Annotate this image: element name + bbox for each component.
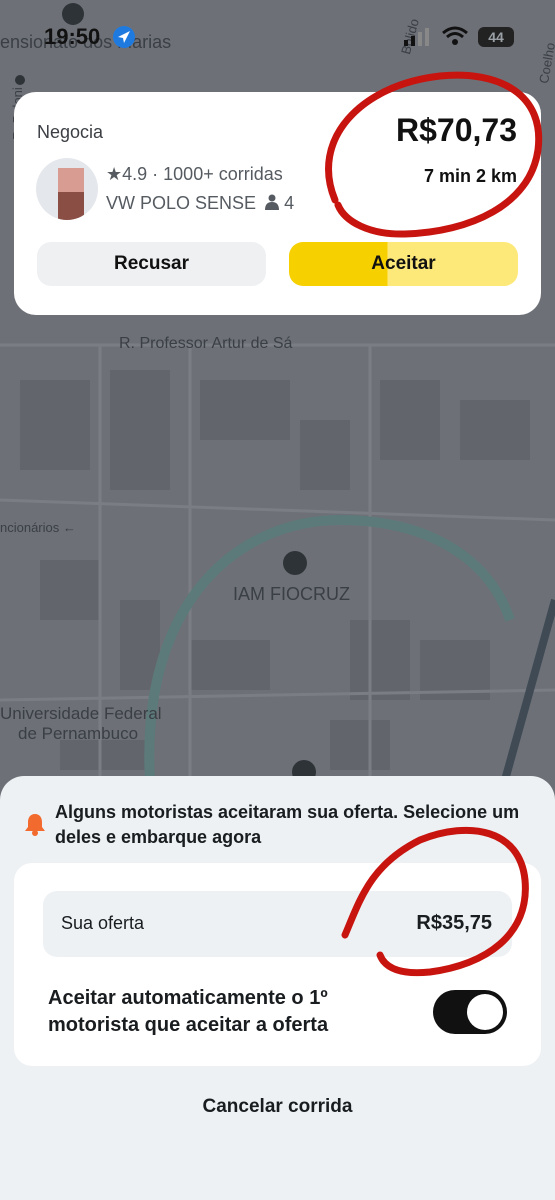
drivers-accepted-notice: Alguns motoristas aceitaram sua oferta. …	[55, 802, 520, 847]
battery-icon: 44	[478, 27, 514, 47]
avatar-photo-top	[58, 168, 84, 192]
cellular-signal-icon	[404, 28, 429, 46]
driver-car: VW POLO SENSE 4	[106, 193, 294, 214]
driver-rating: ★4.9 · 1000+ corridas	[106, 164, 283, 184]
your-offer-value: R$35,75	[416, 912, 492, 934]
driver-offer-card[interactable]: Negocia R$70,73 7 min 2 km ★4.9 · 1000+ …	[14, 92, 541, 315]
seat-count: 4	[284, 193, 295, 213]
offer-type-label: Negocia	[37, 122, 104, 142]
map-label-ufpe-line2: de Pernambuco	[18, 724, 139, 743]
cancel-ride-button[interactable]: Cancelar corrida	[0, 1096, 555, 1118]
passenger-icon	[265, 194, 280, 210]
status-time: 19:50	[44, 24, 101, 49]
your-offer-row[interactable]: Sua oferta R$35,75	[43, 891, 512, 957]
bell-icon	[25, 814, 45, 836]
offer-settings-card: Sua oferta R$35,75 Aceitar automaticamen…	[14, 863, 541, 1066]
map-label-ufpe-line1: Universidade Federal	[0, 704, 162, 723]
avatar-photo-bottom	[58, 192, 84, 220]
auto-accept-label: Aceitar automaticamente o 1º motorista q…	[48, 987, 329, 1036]
map-label-street-professor: R. Professor Artur de Sá	[119, 335, 293, 352]
location-arrow-icon	[113, 26, 135, 48]
your-offer-label: Sua oferta	[61, 913, 145, 933]
accept-button[interactable]: Aceitar	[289, 242, 518, 286]
driver-price: R$70,73	[396, 112, 517, 148]
status-bar: 19:50 44	[0, 22, 555, 56]
bottom-sheet: Alguns motoristas aceitaram sua oferta. …	[0, 776, 555, 1200]
car-model: VW POLO SENSE	[106, 193, 257, 213]
auto-accept-toggle[interactable]	[433, 990, 507, 1034]
toggle-knob	[467, 994, 503, 1030]
driver-avatar[interactable]	[36, 158, 98, 220]
wifi-icon	[442, 26, 468, 45]
decline-button[interactable]: Recusar	[37, 242, 266, 286]
map-label-funcionarios: ncionários ←	[0, 520, 76, 535]
driver-eta: 7 min 2 km	[423, 166, 517, 186]
map-label-iam-fiocruz: IAM FIOCRUZ	[233, 584, 350, 604]
